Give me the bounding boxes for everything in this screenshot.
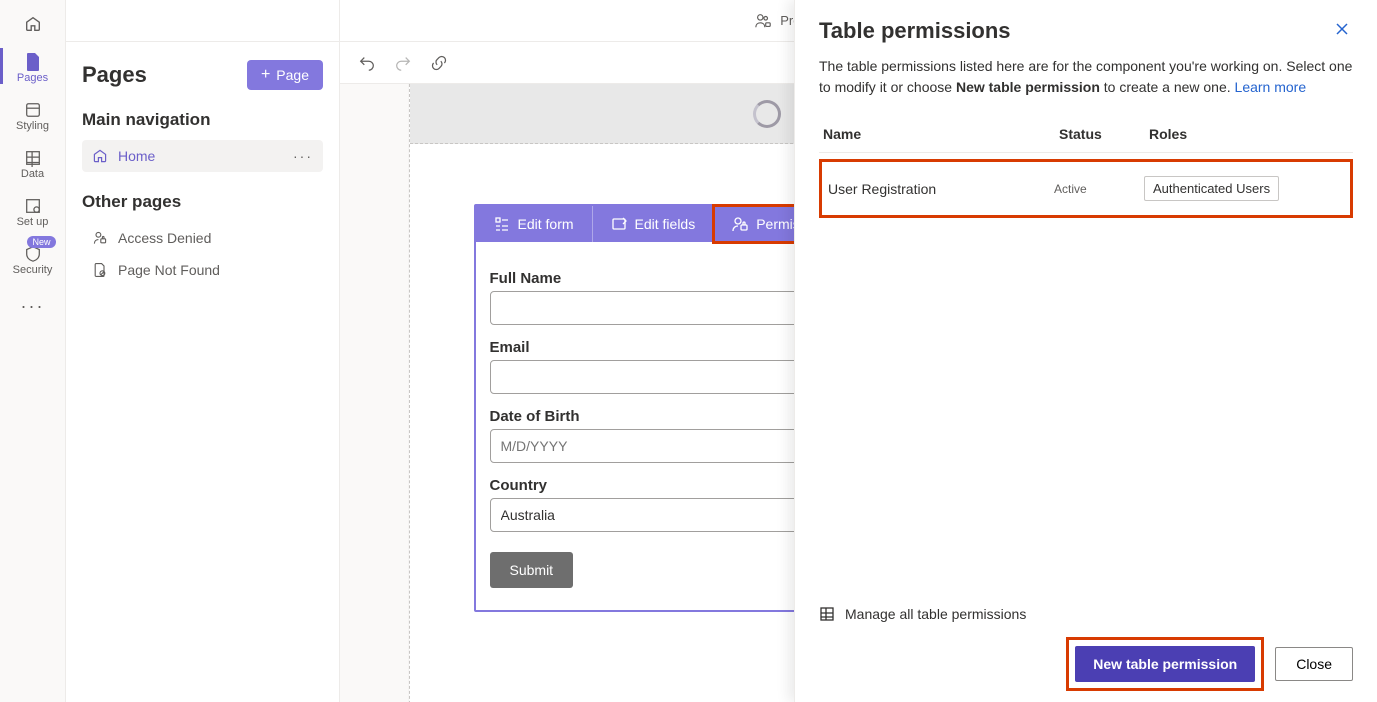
edit-fields-button[interactable]: Edit fields (593, 206, 715, 242)
rail-security[interactable]: New Security (0, 234, 66, 282)
new-permission-button[interactable]: New table permission (1075, 646, 1255, 682)
nav-home-more-icon[interactable]: ··· (293, 148, 313, 164)
close-button[interactable]: Close (1275, 647, 1353, 681)
edit-form-button[interactable]: Edit form (476, 206, 593, 242)
page-not-found[interactable]: Page Not Found (82, 254, 323, 286)
rail-more[interactable]: ··· (0, 286, 66, 323)
col-name: Name (823, 126, 1059, 142)
setup-icon (23, 196, 43, 216)
edit-form-label: Edit form (518, 216, 574, 232)
pages-icon (23, 52, 43, 72)
link-icon[interactable] (430, 54, 448, 72)
rail-home-icon[interactable] (0, 6, 66, 42)
col-roles: Roles (1149, 126, 1349, 142)
col-status: Status (1059, 126, 1149, 142)
perm-name: User Registration (828, 181, 1054, 197)
add-page-button[interactable]: + Page (247, 60, 323, 90)
edit-fields-label: Edit fields (635, 216, 696, 232)
rail-label: Styling (16, 120, 49, 132)
home-icon (92, 148, 108, 164)
page-missing-icon (92, 262, 108, 278)
redo-icon[interactable] (394, 54, 412, 72)
rail-label: Pages (17, 72, 48, 84)
rail-label: Data (21, 168, 44, 180)
drawer-title: Table permissions (819, 18, 1011, 44)
fields-icon (611, 216, 627, 232)
rail-label: Set up (17, 216, 49, 228)
page-label: Access Denied (118, 230, 211, 246)
learn-more-link[interactable]: Learn more (1235, 79, 1307, 95)
perm-status: Active (1054, 182, 1144, 196)
permission-row[interactable]: User Registration Active Authenticated U… (819, 159, 1353, 218)
rail-setup[interactable]: Set up (0, 186, 66, 234)
ellipsis-icon: ··· (21, 296, 45, 317)
left-rail: Pages Styling Data Set up New Secu (0, 0, 66, 702)
page-access-denied[interactable]: Access Denied (82, 222, 323, 254)
manage-all-label: Manage all table permissions (845, 606, 1026, 622)
submit-button[interactable]: Submit (490, 552, 574, 588)
grid-icon (819, 606, 835, 622)
styling-icon (23, 100, 43, 120)
main-nav-heading: Main navigation (82, 110, 323, 130)
undo-icon[interactable] (358, 54, 376, 72)
pages-title: Pages (82, 62, 147, 88)
plus-icon: + (261, 66, 270, 84)
page-label: Page Not Found (118, 262, 220, 278)
data-icon (23, 148, 43, 168)
rail-label: Security (13, 264, 53, 276)
add-page-label: Page (276, 67, 309, 83)
nav-home[interactable]: Home ··· (82, 140, 323, 172)
perm-role-chip: Authenticated Users (1144, 176, 1279, 201)
rail-styling[interactable]: Styling (0, 90, 66, 138)
drawer-close-button[interactable] (1331, 18, 1353, 40)
form-icon (494, 216, 510, 232)
permissions-icon (732, 216, 748, 232)
rail-data[interactable]: Data (0, 138, 66, 186)
pages-sidebar: Pages + Page Main navigation Home ··· Ot… (66, 0, 340, 702)
person-lock-icon (92, 230, 108, 246)
manage-all-link[interactable]: Manage all table permissions (819, 606, 1353, 622)
permissions-table: Name Status Roles User Registration Acti… (819, 126, 1353, 218)
drawer-intro: The table permissions listed here are fo… (819, 56, 1353, 98)
other-pages-heading: Other pages (82, 192, 323, 212)
permissions-drawer: Table permissions The table permissions … (794, 0, 1377, 702)
nav-home-label: Home (118, 148, 155, 164)
people-lock-icon (754, 12, 772, 30)
company-logo-icon (753, 100, 781, 128)
new-badge: New (27, 236, 55, 248)
rail-pages[interactable]: Pages (0, 42, 66, 90)
